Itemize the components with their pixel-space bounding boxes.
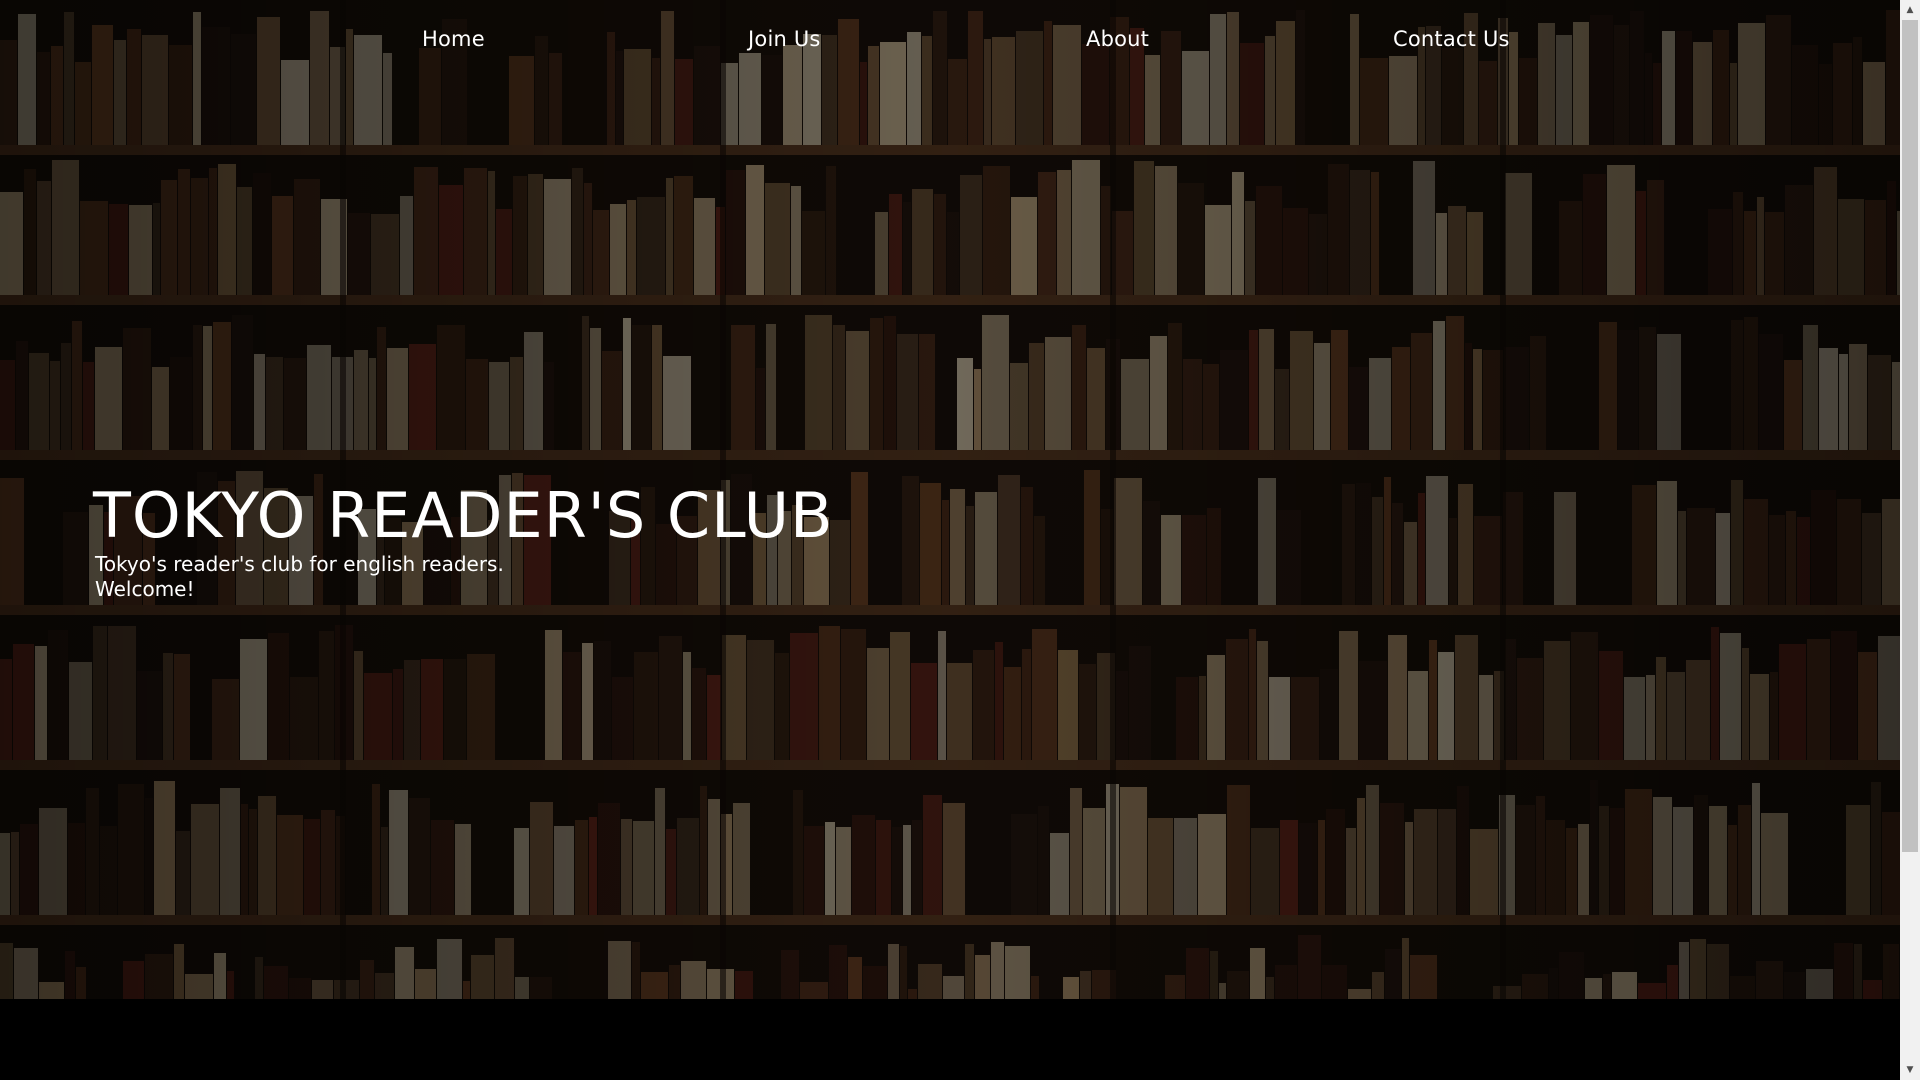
- scrollbar-thumb[interactable]: [1902, 20, 1918, 852]
- hero-subtitle-line-2: Welcome!: [95, 577, 195, 601]
- hero-section: Home Join Us About Contact Us TOKYO READ…: [0, 0, 1900, 999]
- main-navigation: Home Join Us About Contact Us: [0, 0, 1900, 80]
- hero-subtitle-line-1: Tokyo's reader's club for english reader…: [95, 552, 504, 576]
- nav-link-contact-us[interactable]: Contact Us: [1393, 27, 1510, 51]
- hero-subtitle: Tokyo's reader's club for english reader…: [95, 552, 504, 602]
- scroll-down-arrow-icon[interactable]: ▼: [1900, 1060, 1920, 1080]
- vertical-scrollbar[interactable]: ▲ ▼: [1900, 0, 1920, 1080]
- nav-link-about[interactable]: About: [1086, 27, 1149, 51]
- hero-title: TOKYO READER'S CLUB: [93, 479, 834, 552]
- scroll-up-arrow-icon[interactable]: ▲: [1900, 0, 1920, 20]
- nav-link-home[interactable]: Home: [422, 27, 485, 51]
- page: Home Join Us About Contact Us TOKYO READ…: [0, 0, 1900, 1080]
- nav-link-join-us[interactable]: Join Us: [748, 27, 821, 51]
